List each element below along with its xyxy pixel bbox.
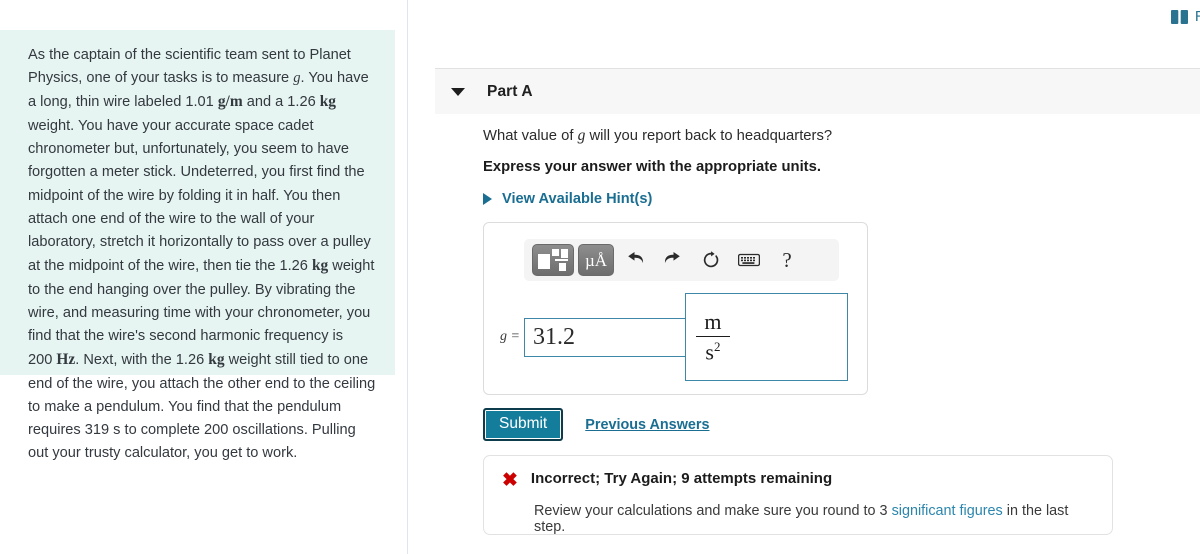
- help-icon-label: ?: [782, 247, 792, 272]
- submit-row: Submit Previous Answers: [483, 408, 710, 441]
- problem-statement-text: As the captain of the scientific team se…: [28, 47, 376, 462]
- view-hints-label: View Available Hint(s): [502, 191, 653, 207]
- reset-icon[interactable]: [694, 245, 728, 275]
- template-icon[interactable]: [532, 244, 574, 276]
- question-instruction: Express your answer with the appropriate…: [483, 159, 821, 175]
- review-label: Re: [1195, 8, 1200, 25]
- answer-units-box[interactable]: m s2: [684, 293, 848, 381]
- page-root: Re As the captain of the scientific team…: [0, 0, 1200, 554]
- math-toolbar: µÅ ?: [524, 239, 839, 281]
- units-numerator: m: [704, 308, 722, 334]
- answer-input[interactable]: [523, 317, 687, 357]
- feedback-body: Review your calculations and make sure y…: [534, 503, 1094, 535]
- feedback-body-pre: Review your calculations and make sure y…: [534, 503, 892, 519]
- answer-variable-label: g =: [500, 329, 520, 344]
- book-icon: [1170, 9, 1188, 24]
- chevron-down-icon[interactable]: [451, 87, 465, 96]
- review-link[interactable]: Re: [1170, 8, 1200, 25]
- redo-icon[interactable]: [656, 245, 690, 275]
- question-text: What value of g will you report back to …: [483, 127, 833, 144]
- significant-figures-link[interactable]: significant figures: [892, 503, 1003, 519]
- help-icon[interactable]: ?: [770, 245, 804, 275]
- view-hints-link[interactable]: View Available Hint(s): [483, 191, 652, 207]
- feedback-header: ✖ Incorrect; Try Again; 9 attempts remai…: [502, 470, 1094, 490]
- keyboard-icon[interactable]: [732, 245, 766, 275]
- units-icon[interactable]: µÅ: [578, 244, 614, 276]
- previous-answers-link[interactable]: Previous Answers: [585, 417, 709, 433]
- answer-panel: µÅ ? g = 31.2 m s2: [483, 222, 868, 395]
- submit-button[interactable]: Submit: [483, 408, 564, 441]
- question-body: What value of g will you report back to …: [483, 127, 1183, 207]
- status-badge: Incorrect; Try Again; 9 attempts remaini…: [530, 470, 833, 487]
- units-icon-label: µÅ: [584, 250, 608, 270]
- part-a-header[interactable]: Part A: [435, 68, 1200, 114]
- units-denominator: s2: [705, 339, 721, 365]
- x-mark-icon: ✖: [502, 470, 518, 491]
- units-fraction: m s2: [695, 308, 730, 365]
- feedback-panel: ✖ Incorrect; Try Again; 9 attempts remai…: [483, 455, 1113, 535]
- page-title: Part A: [487, 82, 533, 100]
- chevron-right-icon: [483, 193, 492, 205]
- answer-row: g = m s2: [500, 293, 848, 381]
- panel-divider: [407, 0, 408, 554]
- undo-icon[interactable]: [618, 245, 652, 275]
- problem-statement-box: As the captain of the scientific team se…: [0, 30, 395, 461]
